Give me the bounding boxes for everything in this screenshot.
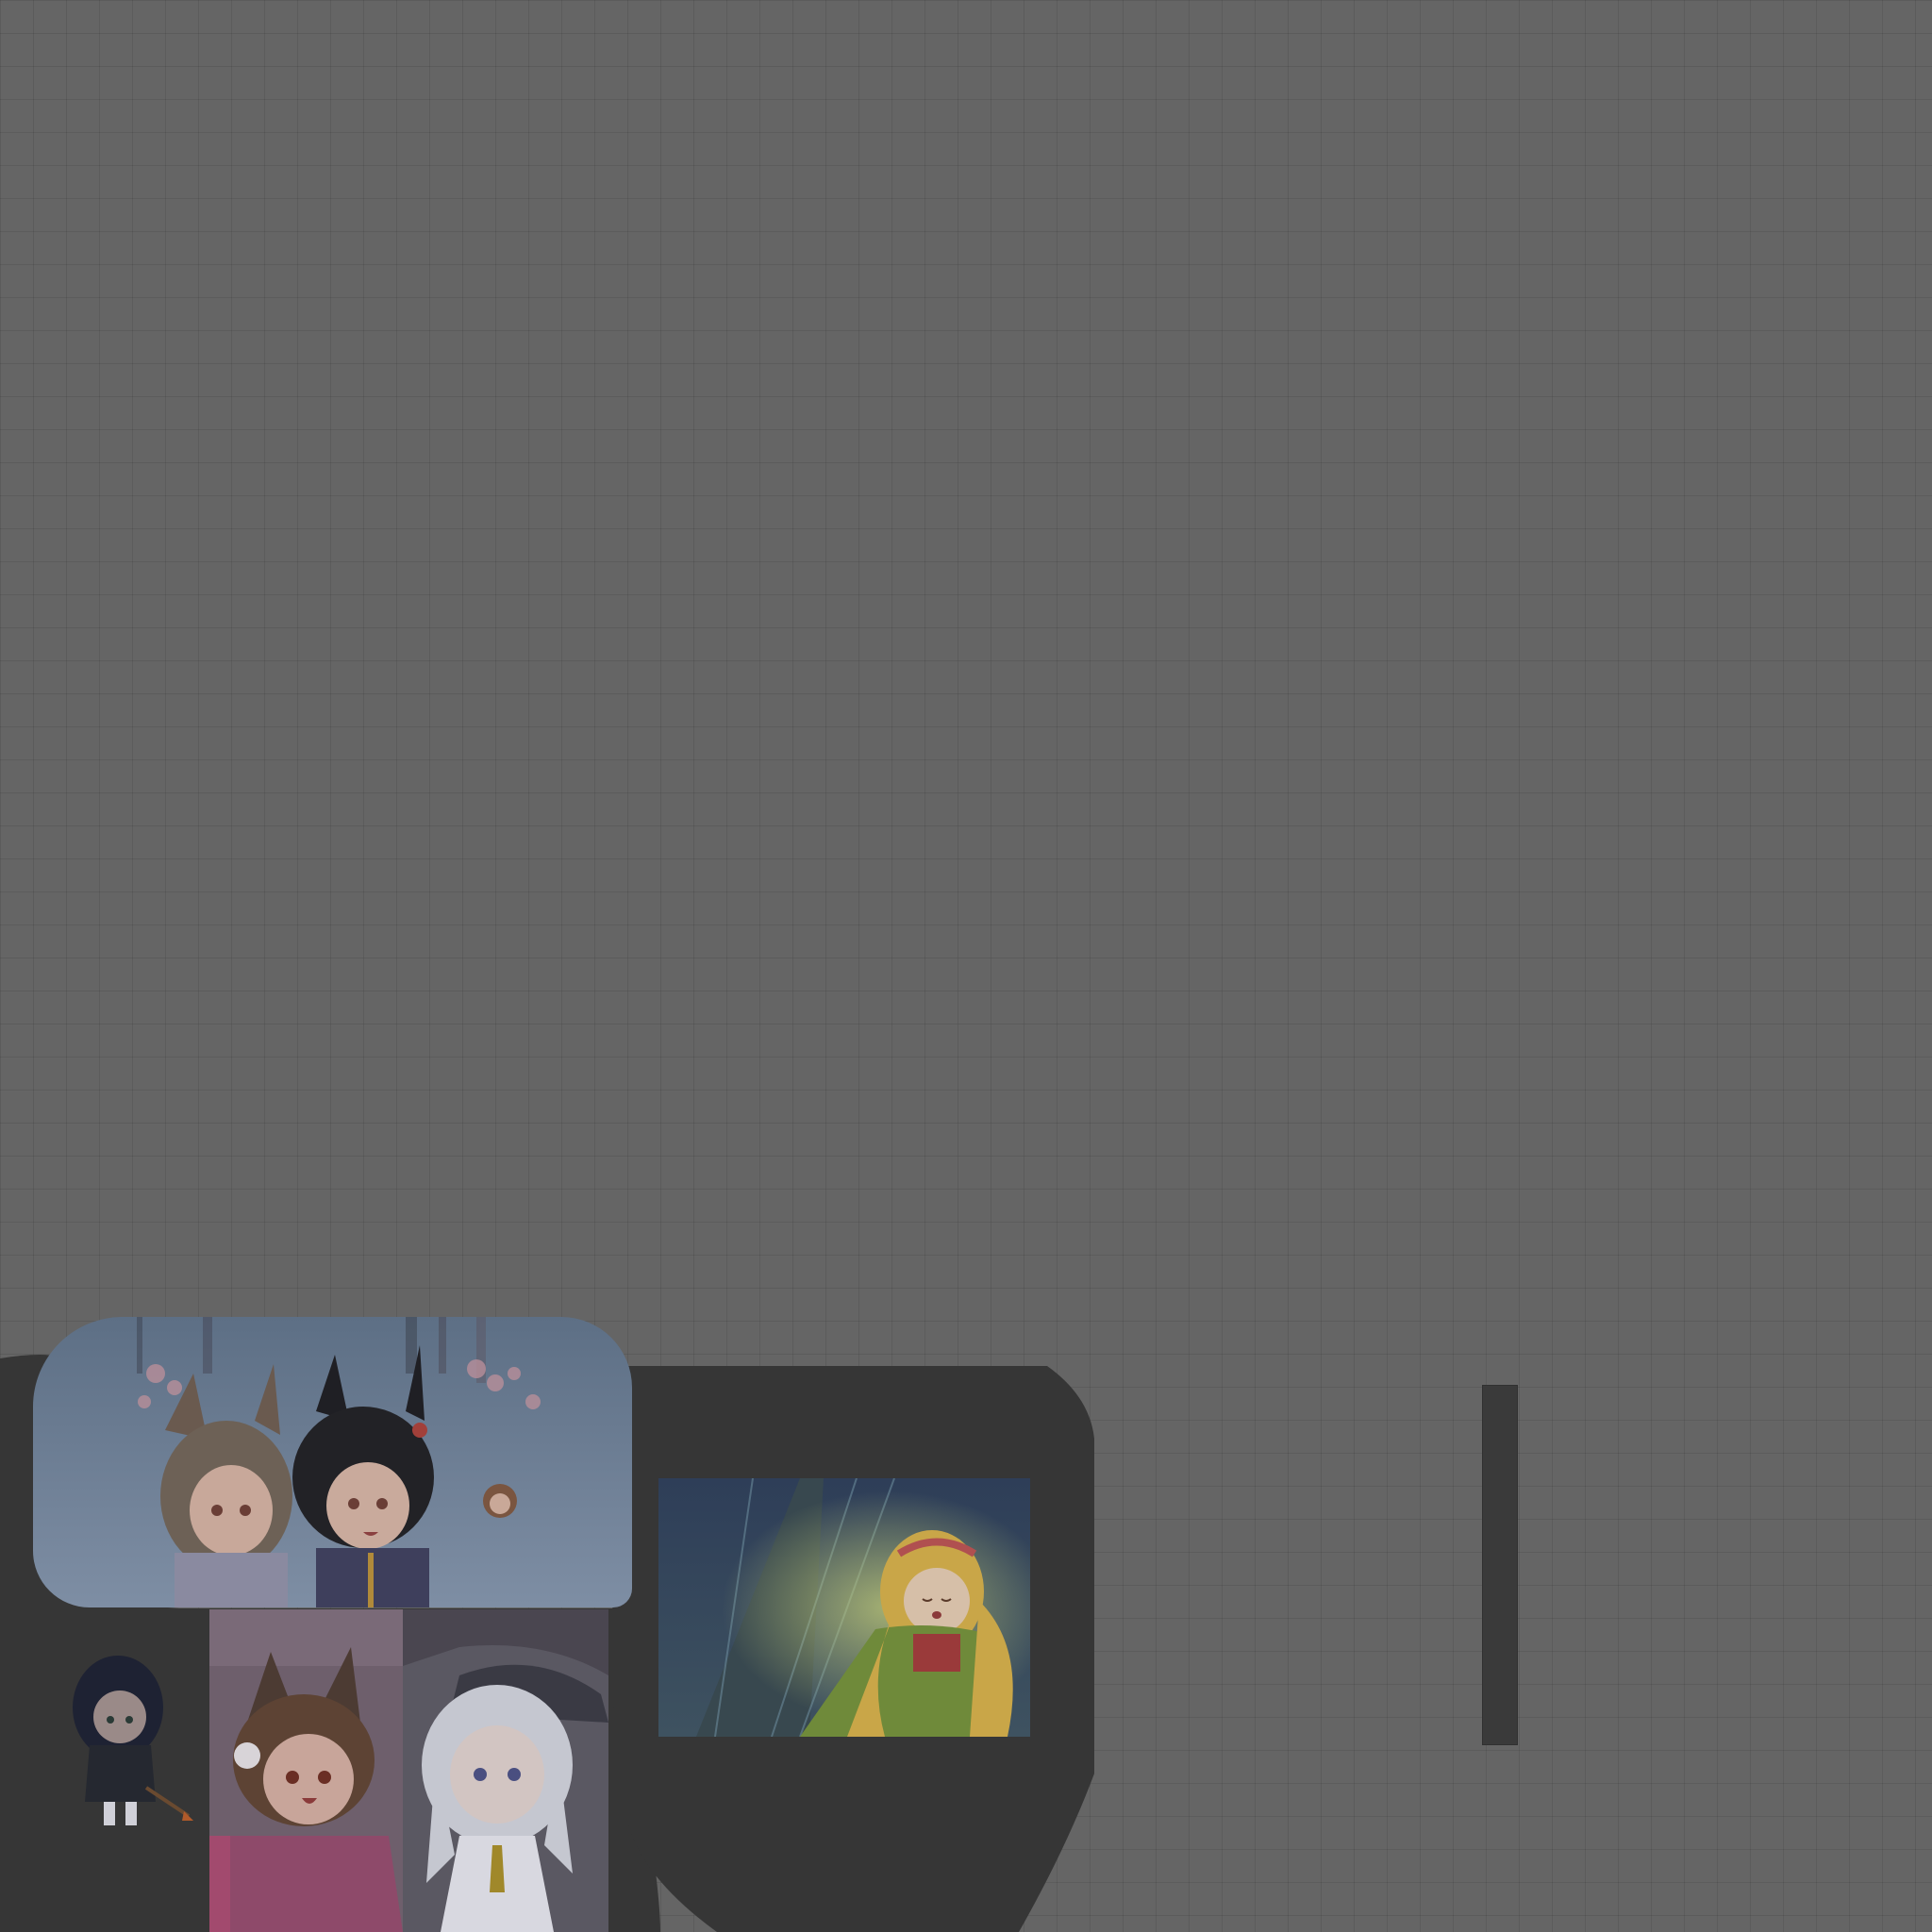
banner-art-image bbox=[33, 1317, 632, 1607]
framed-card-art[interactable] bbox=[658, 1478, 1030, 1737]
framed-card-image bbox=[658, 1478, 1030, 1737]
chibi-warrior-art[interactable] bbox=[52, 1627, 193, 1844]
silver-haired-girl-image bbox=[403, 1609, 608, 1932]
slot-bar[interactable] bbox=[1482, 1385, 1518, 1745]
chibi-warrior-image bbox=[52, 1627, 193, 1844]
cat-ear-girl-image bbox=[209, 1609, 403, 1932]
silver-haired-girl-art[interactable] bbox=[403, 1609, 608, 1932]
banner-art[interactable] bbox=[33, 1317, 632, 1607]
cat-ear-girl-art[interactable] bbox=[209, 1609, 403, 1932]
